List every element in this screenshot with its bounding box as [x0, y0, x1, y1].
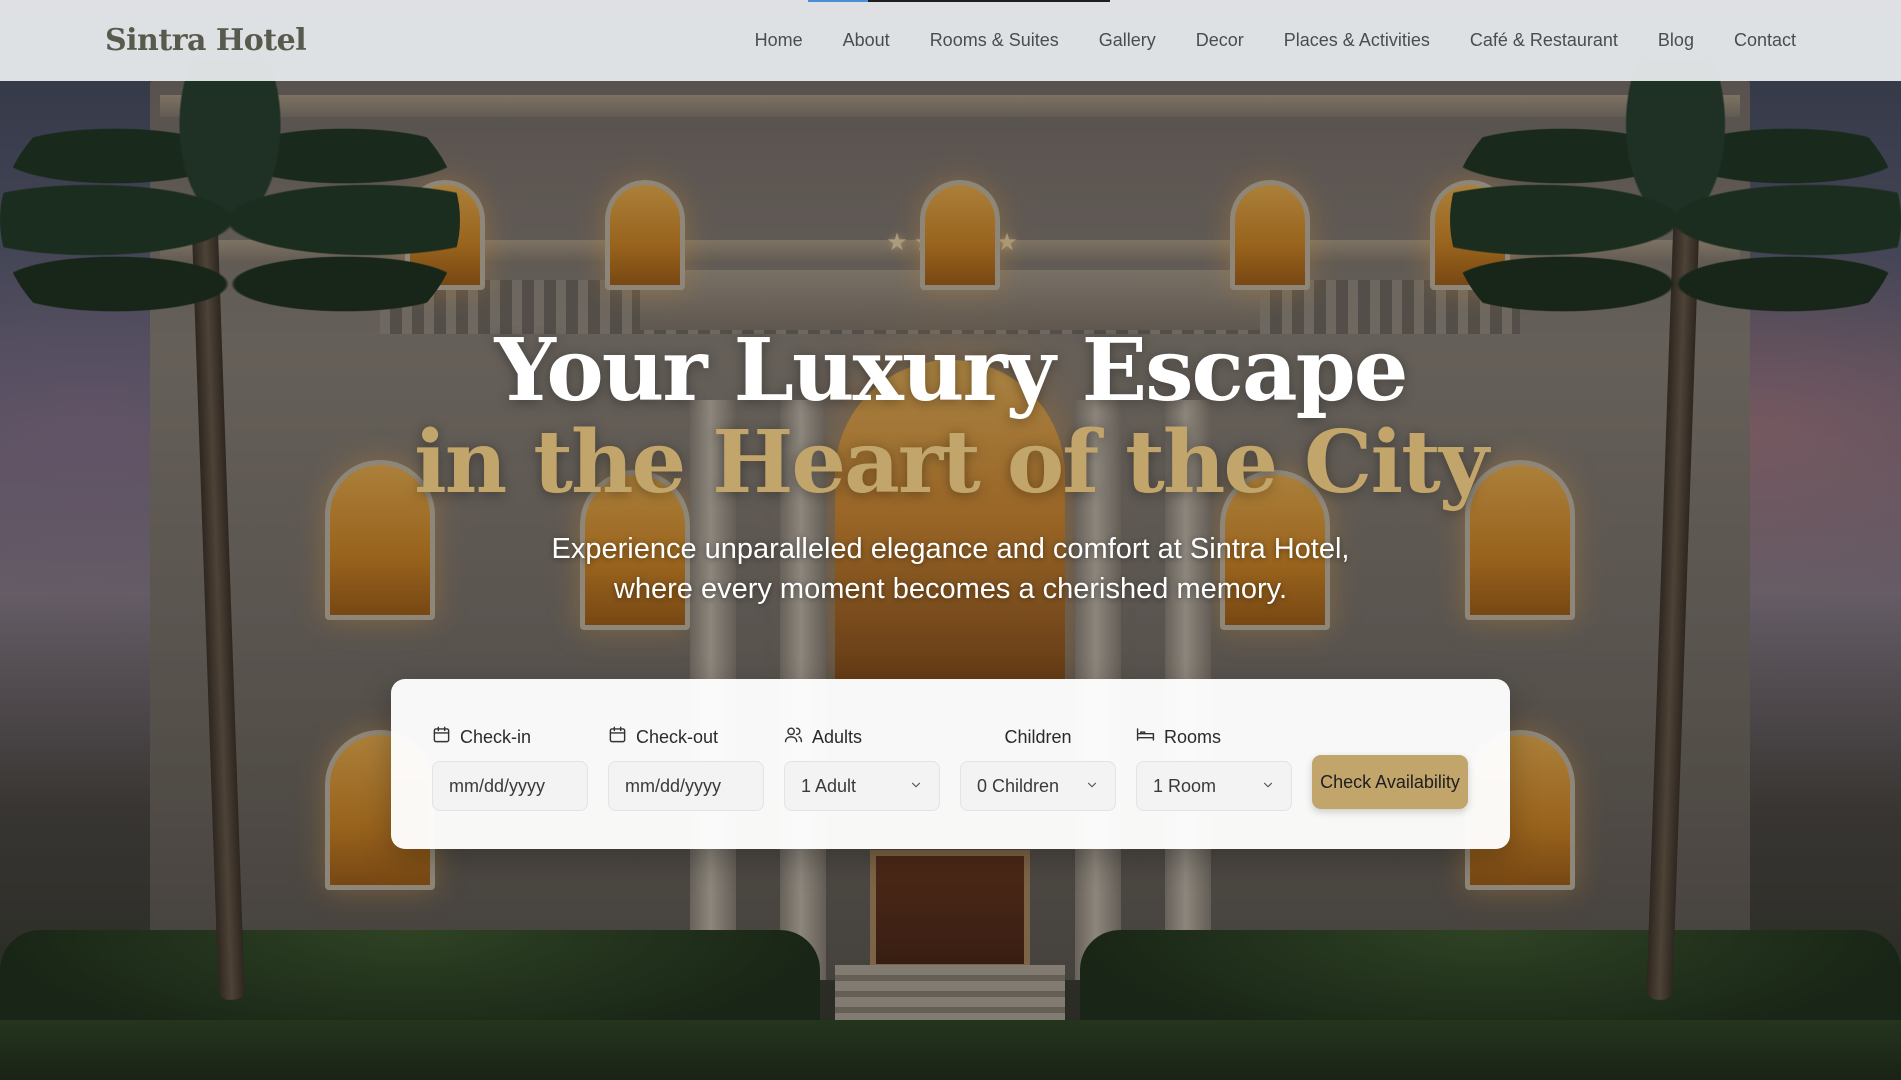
nav-item-places-activities[interactable]: Places & Activities [1264, 30, 1450, 51]
chevron-down-icon [1085, 776, 1099, 797]
children-label: Children [1004, 726, 1072, 747]
children-value: 0 Children [977, 775, 1060, 796]
checkin-label: Check-in [460, 726, 532, 747]
rooms-value: 1 Room [1153, 775, 1217, 796]
checkin-input[interactable]: mm/dd/yyyy [432, 761, 588, 811]
checkout-field: Check-out mm/dd/yyyy [608, 725, 764, 811]
nav-item-about[interactable]: About [823, 30, 910, 51]
calendar-icon [608, 725, 627, 749]
nav-item-gallery[interactable]: Gallery [1079, 30, 1176, 51]
users-icon [784, 725, 803, 749]
children-field: Children 0 Children [960, 725, 1116, 811]
children-select[interactable]: 0 Children [960, 761, 1116, 811]
site-header: Sintra Hotel Home About Rooms & Suites G… [0, 0, 1901, 81]
checkout-input[interactable]: mm/dd/yyyy [608, 761, 764, 811]
hero-subtitle: Experience unparalleled elegance and com… [551, 533, 1350, 605]
chevron-down-icon [1261, 776, 1275, 797]
rooms-label: Rooms [1164, 726, 1222, 747]
nav-item-rooms-suites[interactable]: Rooms & Suites [910, 30, 1079, 51]
nav-active-indicator [808, 0, 1110, 2]
adults-field: Adults 1 Adult [784, 725, 940, 811]
checkin-value: mm/dd/yyyy [449, 775, 546, 796]
checkout-label: Check-out [636, 726, 719, 747]
checkout-value: mm/dd/yyyy [625, 775, 722, 796]
headline-line-2: in the Heart of the City [414, 412, 1489, 513]
checkin-field: Check-in mm/dd/yyyy [432, 725, 588, 811]
booking-form: Check-in mm/dd/yyyy Check-out mm/dd/yyyy… [391, 679, 1510, 849]
bed-icon [1136, 725, 1155, 749]
nav-item-home[interactable]: Home [735, 30, 823, 51]
nav-item-contact[interactable]: Contact [1714, 30, 1796, 51]
rooms-select[interactable]: 1 Room [1136, 761, 1292, 811]
hero-content: Your Luxury Escape in the Heart of the C… [0, 325, 1901, 609]
calendar-icon [432, 725, 451, 749]
headline-line-1: Your Luxury Escape [494, 320, 1409, 421]
adults-select[interactable]: 1 Adult [784, 761, 940, 811]
nav-item-blog[interactable]: Blog [1638, 30, 1714, 51]
nav-item-cafe-restaurant[interactable]: Café & Restaurant [1450, 30, 1638, 51]
check-availability-button[interactable]: Check Availability [1312, 755, 1468, 809]
chevron-down-icon [909, 776, 923, 797]
adults-value: 1 Adult [801, 775, 857, 796]
rooms-field: Rooms 1 Room [1136, 725, 1292, 811]
nav-item-decor[interactable]: Decor [1176, 30, 1264, 51]
adults-label: Adults [812, 726, 863, 747]
brand-logo[interactable]: Sintra Hotel [105, 23, 307, 58]
hero-headline: Your Luxury Escape in the Heart of the C… [0, 325, 1901, 509]
main-nav: Home About Rooms & Suites Gallery Decor … [735, 30, 1796, 51]
